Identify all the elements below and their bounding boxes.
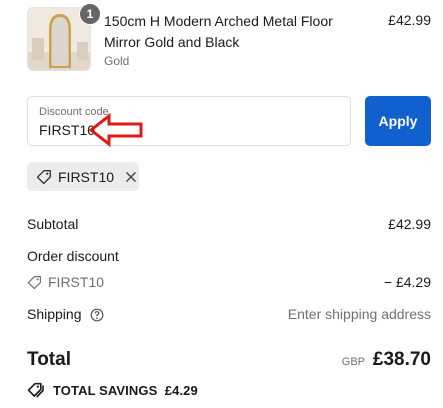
subtotal-value: £42.99 bbox=[388, 216, 431, 232]
shipping-label: Shipping bbox=[27, 306, 82, 322]
order-discount-code: FIRST10 bbox=[48, 274, 105, 290]
total-savings-value: £4.29 bbox=[164, 382, 198, 398]
order-discount-code-row: FIRST10 bbox=[27, 274, 104, 290]
product-title: 150cm H Modern Arched Metal Floor Mirror… bbox=[104, 13, 333, 50]
tag-icon bbox=[27, 275, 42, 289]
checkout-summary: 1 150cm H Modern Arched Metal Floor Mirr… bbox=[0, 0, 443, 408]
total-savings-row: TOTAL SAVINGS £4.29 bbox=[27, 382, 198, 398]
order-discount-value: − £4.29 bbox=[383, 274, 431, 290]
applied-discount-code: FIRST10 bbox=[58, 168, 115, 185]
total-savings-label: TOTAL SAVINGS bbox=[53, 382, 158, 398]
quantity-badge: 1 bbox=[79, 3, 101, 25]
total-value: £38.70 bbox=[372, 349, 431, 370]
product-thumbnail-wrap: 1 bbox=[27, 3, 101, 71]
annotation-arrow-icon bbox=[88, 112, 143, 148]
tags-icon bbox=[27, 382, 44, 398]
total-savings-text: TOTAL SAVINGS £4.29 bbox=[53, 383, 198, 398]
product-price: £42.99 bbox=[388, 12, 431, 28]
shipping-label-row: Shipping bbox=[27, 306, 104, 322]
subtotal-label: Subtotal bbox=[27, 216, 79, 232]
order-discount-label: Order discount bbox=[27, 248, 119, 264]
total-currency: GBP bbox=[341, 356, 365, 368]
total-label: Total bbox=[27, 349, 71, 370]
shipping-value: Enter shipping address bbox=[287, 306, 431, 322]
tag-icon bbox=[36, 169, 51, 184]
close-icon[interactable] bbox=[124, 170, 138, 184]
applied-discount-chip: FIRST10 bbox=[27, 162, 139, 191]
help-circle-icon[interactable] bbox=[90, 308, 104, 322]
discount-code-input[interactable] bbox=[39, 121, 329, 139]
product-variant: Gold bbox=[104, 54, 130, 68]
discount-code-field[interactable]: Discount code bbox=[27, 96, 351, 146]
apply-button[interactable]: Apply bbox=[365, 96, 431, 146]
